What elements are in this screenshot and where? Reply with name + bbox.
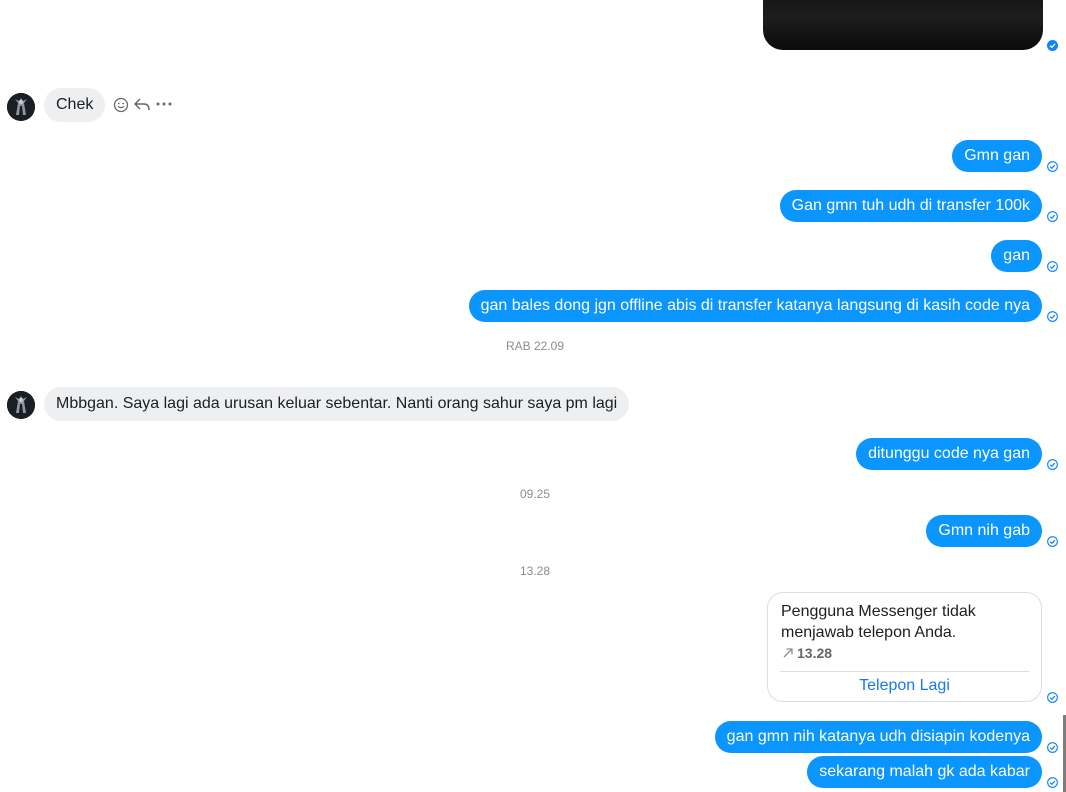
avatar[interactable] [7, 391, 35, 419]
timestamp: 09.25 [519, 487, 551, 501]
more-icon[interactable] [156, 100, 172, 108]
sent-check-icon [1047, 536, 1058, 547]
sent-check-icon [1047, 40, 1058, 51]
outgoing-message[interactable]: gan bales dong jgn offline abis di trans… [468, 290, 1042, 322]
call-card-title: Pengguna Messenger tidak menjawab telepo… [781, 603, 976, 641]
call-card-divider [780, 671, 1029, 672]
sent-check-icon [1047, 692, 1058, 703]
incoming-message[interactable]: Chek [44, 88, 106, 122]
outgoing-message[interactable]: sekarang malah gk ada kabar [807, 756, 1042, 788]
avatar[interactable] [7, 93, 35, 121]
avatar-image [7, 391, 35, 419]
sent-check-icon [1047, 161, 1058, 172]
outgoing-message[interactable]: Gmn nih gab [926, 515, 1042, 547]
outgoing-message[interactable]: Gan gmn tuh udh di transfer 100k [779, 190, 1042, 222]
sent-check-icon [1047, 311, 1058, 322]
reply-icon[interactable] [133, 96, 151, 114]
outgoing-message[interactable]: gan gmn nih katanya udh disiapin kodenya [714, 721, 1042, 753]
sent-check-icon [1047, 211, 1058, 222]
avatar-image [7, 93, 35, 121]
outgoing-message[interactable]: Gmn gan [952, 140, 1042, 172]
sent-check-icon [1047, 261, 1058, 272]
call-card-time-label: 13.28 [797, 645, 833, 661]
sent-check-icon [1047, 777, 1058, 788]
outgoing-message[interactable]: gan [991, 240, 1042, 272]
image-message[interactable] [763, 0, 1043, 50]
incoming-message[interactable]: Mbbgan. Saya lagi ada urusan keluar sebe… [44, 387, 630, 421]
missed-call-card: Pengguna Messenger tidak menjawab telepo… [767, 592, 1042, 702]
sent-check-icon [1047, 459, 1058, 470]
smile-icon[interactable] [113, 97, 129, 113]
call-again-button[interactable]: Telepon Lagi [768, 677, 1041, 695]
call-card-time: 13.28 [782, 645, 832, 661]
outgoing-message[interactable]: ditunggu code nya gan [856, 438, 1042, 470]
sent-check-icon [1047, 742, 1058, 753]
timestamp: 13.28 [519, 564, 551, 578]
outgoing-call-arrow-icon [783, 648, 793, 658]
timestamp: RAB 22.09 [505, 339, 565, 353]
